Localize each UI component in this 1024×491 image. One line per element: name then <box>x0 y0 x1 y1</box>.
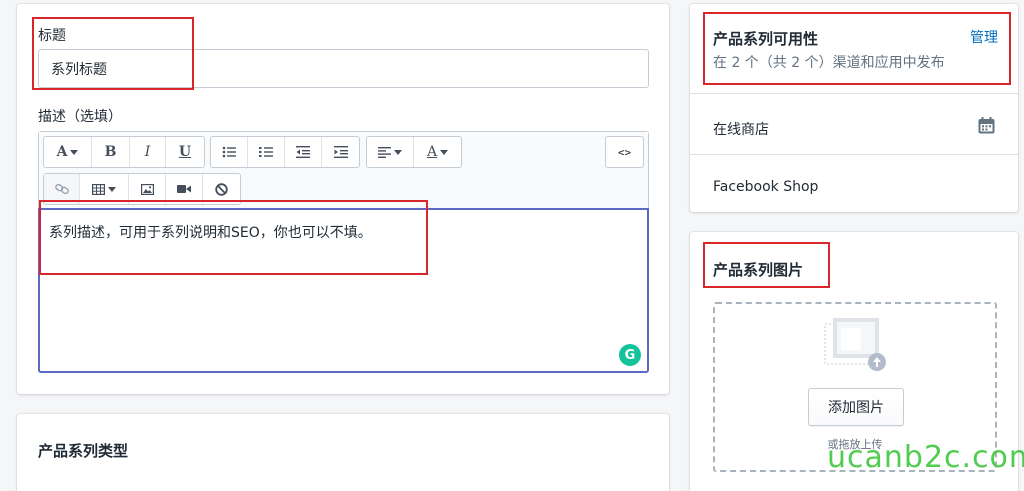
underline-button[interactable]: U <box>166 137 204 167</box>
divider <box>690 93 1018 94</box>
availability-title: 产品系列可用性 <box>713 30 819 48</box>
bullet-list-button[interactable] <box>211 137 248 167</box>
collection-type-title: 产品系列类型 <box>38 442 129 460</box>
align-button[interactable] <box>367 137 414 167</box>
outdent-button[interactable] <box>285 137 322 167</box>
title-input[interactable]: 系列标题 <box>38 49 649 88</box>
description-text: 系列描述，可用于系列说明和SEO，你也可以不填。 <box>49 225 372 241</box>
chevron-down-icon <box>108 186 116 192</box>
video-camera-icon <box>177 185 191 193</box>
insert-group <box>43 173 241 205</box>
clear-formatting-button[interactable] <box>203 174 240 204</box>
prohibited-icon <box>215 182 228 196</box>
chevron-down-icon <box>394 149 402 155</box>
text-color-button[interactable]: A <box>414 137 461 167</box>
code-group: <> <box>605 136 644 168</box>
code-view-button[interactable]: <> <box>606 137 643 167</box>
chevron-down-icon <box>70 149 79 155</box>
manage-link[interactable]: 管理 <box>970 27 998 47</box>
chevron-down-icon <box>440 149 449 155</box>
channel-facebook-shop[interactable]: Facebook Shop <box>713 179 818 195</box>
collection-type-card: 产品系列类型 <box>17 414 669 491</box>
bold-button[interactable]: B <box>92 137 130 167</box>
list-group <box>210 136 360 168</box>
link-button[interactable] <box>44 174 80 204</box>
image-upload-icon <box>824 318 886 371</box>
editor-toolbar: A B I U A <> <box>39 132 648 209</box>
link-icon <box>54 184 69 194</box>
table-button[interactable] <box>80 174 129 204</box>
insert-image-button[interactable] <box>129 174 166 204</box>
description-editor-area[interactable]: 系列描述，可用于系列说明和SEO，你也可以不填。 G <box>38 208 649 373</box>
numbered-list-icon <box>259 147 273 157</box>
format-group: A B I U <box>43 136 205 168</box>
indent-icon <box>333 146 348 158</box>
italic-button[interactable]: I <box>130 137 166 167</box>
image-icon <box>140 183 154 195</box>
table-icon <box>92 183 105 195</box>
rich-text-editor: A B I U A <> 系列描述，可用于系列说明和SEO，你也可以不填。 G <box>38 131 649 373</box>
numbered-list-button[interactable] <box>248 137 285 167</box>
availability-subtitle: 在 2 个（共 2 个）渠道和应用中发布 <box>713 55 945 71</box>
bullet-list-icon <box>222 146 236 158</box>
collection-image-title: 产品系列图片 <box>713 261 804 279</box>
calendar-icon[interactable] <box>978 117 995 138</box>
title-label: 标题 <box>38 28 66 44</box>
font-style-button[interactable]: A <box>44 137 92 167</box>
text-color-label: A <box>426 144 438 160</box>
availability-card: 产品系列可用性 管理 在 2 个（共 2 个）渠道和应用中发布 在线商店 Fac… <box>690 4 1018 212</box>
indent-button[interactable] <box>322 137 359 167</box>
divider <box>690 154 1018 155</box>
collection-details-card: 标题 系列标题 描述（选填） A B I U A <> 系列描述，可用于系列说明… <box>17 4 669 394</box>
watermark: ucanb2c.com <box>827 440 1024 475</box>
align-left-icon <box>378 146 391 158</box>
add-image-button[interactable]: 添加图片 <box>808 388 904 426</box>
description-label: 描述（选填） <box>38 109 122 125</box>
grammarly-icon[interactable]: G <box>619 344 641 366</box>
insert-video-button[interactable] <box>166 174 203 204</box>
outdent-icon <box>296 146 310 158</box>
align-color-group: A <box>366 136 462 168</box>
channel-online-store[interactable]: 在线商店 <box>713 119 769 139</box>
font-style-label: A <box>56 144 68 160</box>
